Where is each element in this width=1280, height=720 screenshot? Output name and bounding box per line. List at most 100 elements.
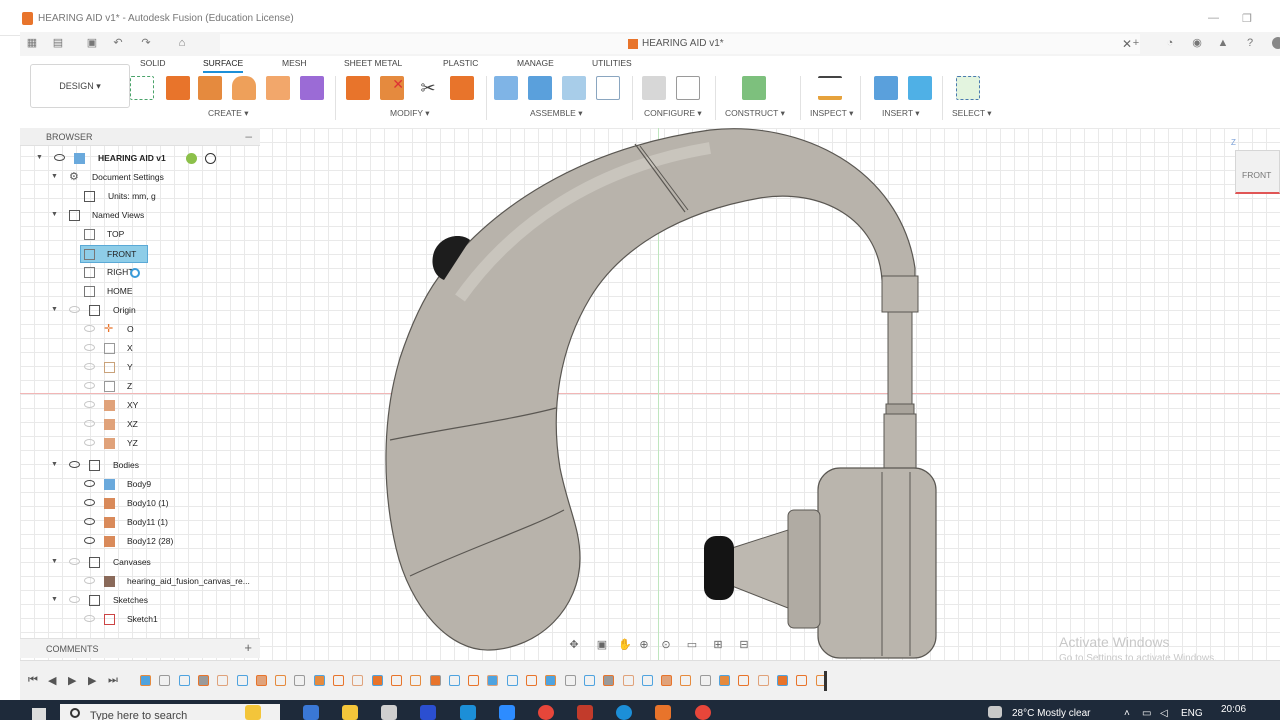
- notifications-bell-icon[interactable]: ▲: [1217, 37, 1229, 49]
- browser-header[interactable]: BROWSER –: [20, 128, 260, 146]
- data-panel-grid-icon[interactable]: ▦: [26, 37, 38, 49]
- maximize-button[interactable]: ❐: [1242, 12, 1252, 25]
- timeline-feature-icon[interactable]: [255, 675, 267, 686]
- timeline-feature-icon[interactable]: [487, 675, 499, 686]
- timeline-feature-icon[interactable]: [371, 675, 383, 686]
- measure-icon[interactable]: [818, 76, 842, 100]
- visibility-eye-icon[interactable]: [84, 480, 95, 487]
- tree-row-view-home[interactable]: HOME: [80, 283, 150, 301]
- receiver-nozzle[interactable]: [731, 529, 789, 609]
- as-built-joint-icon[interactable]: [562, 76, 586, 100]
- timeline-feature-icon[interactable]: [526, 675, 537, 686]
- tray-chevron-icon[interactable]: ˄: [1124, 708, 1130, 719]
- timeline-feature-icon[interactable]: [545, 675, 557, 686]
- visibility-eye-icon[interactable]: [84, 439, 95, 446]
- visibility-eye-icon[interactable]: [84, 499, 95, 506]
- zoom-window-icon[interactable]: ⊙: [660, 639, 672, 651]
- visibility-eye-icon[interactable]: [69, 461, 80, 468]
- tab-mesh[interactable]: MESH: [282, 58, 307, 68]
- patch-surface-icon[interactable]: [300, 76, 324, 100]
- target-radio-icon[interactable]: [205, 153, 216, 164]
- timeline-feature-icon[interactable]: [275, 675, 287, 686]
- tab-solid[interactable]: SOLID: [140, 58, 166, 68]
- copilot-icon[interactable]: [303, 705, 319, 720]
- extend-icon[interactable]: [450, 76, 474, 100]
- visibility-eye-icon[interactable]: [84, 382, 95, 389]
- weather-icon[interactable]: [988, 706, 1002, 718]
- timeline-feature-icon[interactable]: [429, 675, 441, 686]
- network-icon[interactable]: ▭: [1142, 708, 1151, 719]
- display-settings-icon[interactable]: ▭: [686, 639, 698, 651]
- visibility-eye-icon[interactable]: [84, 401, 95, 408]
- joint-icon[interactable]: [528, 76, 552, 100]
- document-tab[interactable]: HEARING AID v1* ✕: [220, 34, 1140, 54]
- store-icon[interactable]: [381, 705, 397, 720]
- save-icon[interactable]: ▣: [86, 37, 98, 49]
- media-app-icon[interactable]: [577, 705, 593, 720]
- zoom-app-icon[interactable]: [499, 705, 515, 720]
- input-language[interactable]: ENG: [1181, 708, 1203, 719]
- timeline-feature-icon[interactable]: [757, 675, 769, 686]
- insert-canvas-image-icon[interactable]: [908, 76, 932, 100]
- insert-derive-icon[interactable]: [874, 76, 898, 100]
- receiver-cap[interactable]: [787, 509, 821, 629]
- tree-row-view-top[interactable]: TOP: [80, 226, 150, 244]
- construct-group-label[interactable]: CONSTRUCT ▾: [725, 108, 785, 119]
- timeline-feature-icon[interactable]: [583, 675, 595, 686]
- parameters-table-icon[interactable]: [676, 76, 700, 100]
- grid-settings-icon[interactable]: ⊞: [712, 639, 724, 651]
- window-select-icon[interactable]: [956, 76, 980, 100]
- offset-plane-icon[interactable]: [742, 76, 766, 100]
- tab-manage[interactable]: MANAGE: [517, 58, 554, 68]
- extensions-icon[interactable]: ◔: [1164, 37, 1176, 49]
- speaker-icon[interactable]: ◁: [1160, 708, 1168, 719]
- timeline-feature-icon[interactable]: [390, 675, 402, 686]
- expand-arrow-icon[interactable]: ▼: [51, 173, 58, 180]
- timeline-feature-icon[interactable]: [159, 675, 171, 686]
- timeline-feature-icon[interactable]: [622, 675, 634, 686]
- visibility-eye-icon[interactable]: [84, 537, 95, 544]
- sweep-surface-icon[interactable]: [232, 76, 256, 100]
- activate-radio-icon[interactable]: [186, 153, 197, 164]
- home-icon[interactable]: ⌂: [176, 37, 188, 49]
- loft-surface-icon[interactable]: [266, 76, 290, 100]
- tab-plastic[interactable]: PLASTIC: [443, 58, 478, 68]
- tree-row-view-right[interactable]: RIGHT: [80, 264, 150, 282]
- pan-hand-icon[interactable]: ✋: [618, 639, 632, 651]
- timeline-feature-icon[interactable]: [468, 675, 480, 686]
- expand-arrow-icon[interactable]: ▼: [36, 154, 43, 161]
- timeline-feature-icon[interactable]: [680, 675, 692, 686]
- expand-arrow-icon[interactable]: ▼: [51, 461, 58, 468]
- visibility-eye-icon[interactable]: [84, 363, 95, 370]
- select-group-label[interactable]: SELECT ▾: [952, 108, 992, 119]
- visibility-eye-icon[interactable]: [54, 154, 65, 161]
- timeline-start-icon[interactable]: ⏮: [28, 674, 38, 687]
- insert-group-label[interactable]: INSERT ▾: [882, 108, 920, 119]
- timeline-feature-icon[interactable]: [603, 675, 615, 686]
- visibility-eye-icon[interactable]: [69, 596, 80, 603]
- job-status-icon[interactable]: ◉: [1191, 37, 1203, 49]
- chrome-icon[interactable]: [538, 705, 554, 720]
- timeline-feature-icon[interactable]: [796, 675, 808, 686]
- expand-arrow-icon[interactable]: ▼: [51, 596, 58, 603]
- viewports-icon[interactable]: ⊟: [738, 639, 750, 651]
- trim-icon[interactable]: [346, 76, 370, 100]
- comments-panel[interactable]: COMMENTS +: [20, 638, 260, 658]
- timeline-feature-icon[interactable]: [699, 675, 711, 686]
- collapse-browser-icon[interactable]: –: [245, 129, 252, 143]
- timeline-feature-icon[interactable]: [140, 675, 151, 686]
- minimize-button[interactable]: —: [1208, 12, 1219, 24]
- sparkle-widget-icon[interactable]: [245, 705, 261, 720]
- timeline-feature-icon[interactable]: [178, 675, 190, 686]
- visibility-eye-icon[interactable]: [84, 325, 95, 332]
- orbit-icon[interactable]: ✥: [568, 639, 580, 651]
- tab-surface[interactable]: SURFACE: [203, 58, 244, 73]
- assemble-group-label[interactable]: ASSEMBLE ▾: [530, 108, 582, 119]
- visibility-eye-icon[interactable]: [84, 615, 95, 622]
- timeline-feature-icon[interactable]: [776, 675, 788, 686]
- zoom-icon[interactable]: ⊕: [638, 639, 650, 651]
- visibility-eye-icon[interactable]: [69, 558, 80, 565]
- tree-row-root[interactable]: ▼ HEARING AID v1: [20, 150, 260, 168]
- fusion-taskbar-icon[interactable]: [655, 705, 671, 720]
- timeline-feature-icon[interactable]: [197, 675, 209, 686]
